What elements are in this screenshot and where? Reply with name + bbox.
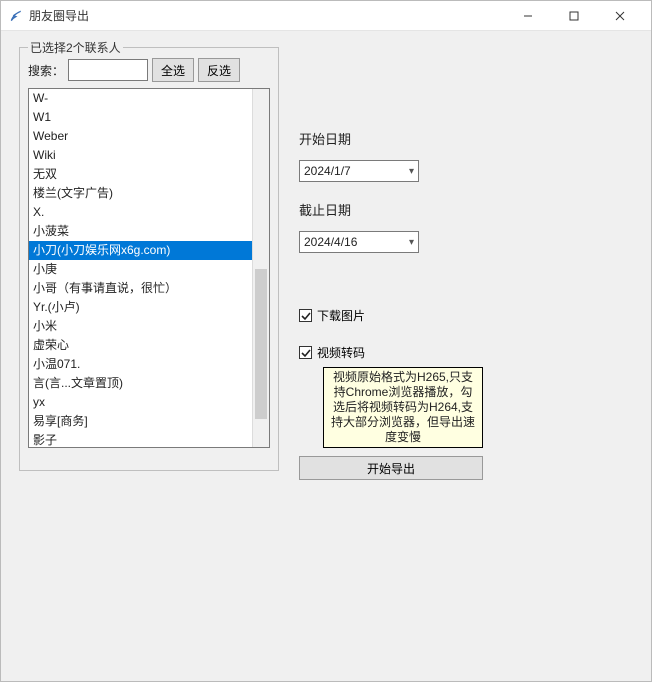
scrollbar[interactable] (252, 89, 269, 447)
list-item[interactable]: 小庚 (29, 260, 252, 279)
list-item[interactable]: Wiki (29, 146, 252, 165)
search-row: 搜索： 全选 反选 (28, 58, 270, 82)
list-item[interactable]: W- (29, 89, 252, 108)
app-icon (9, 9, 23, 23)
start-date-value: 2024/1/7 (304, 164, 351, 178)
list-item[interactable]: 楼兰(文字广告) (29, 184, 252, 203)
end-date-select[interactable]: 2024/4/16 ▾ (299, 231, 419, 253)
list-item[interactable]: X. (29, 203, 252, 222)
select-all-button[interactable]: 全选 (152, 58, 194, 82)
list-item[interactable]: 小温071. (29, 355, 252, 374)
contacts-list-wrap: W-W1WeberWiki无双楼兰(文字广告)X.小菠菜小刀(小刀娱乐网x6g.… (28, 88, 270, 448)
end-date-value: 2024/4/16 (304, 235, 357, 249)
start-date-label: 开始日期 (299, 129, 483, 148)
list-item[interactable]: 小刀(小刀娱乐网x6g.com) (29, 241, 252, 260)
start-date-select[interactable]: 2024/1/7 ▾ (299, 160, 419, 182)
video-transcode-label: 视频转码 (317, 344, 365, 361)
checkbox-icon (299, 309, 312, 322)
list-item[interactable]: 小菠菜 (29, 222, 252, 241)
search-label: 搜索： (28, 62, 64, 79)
list-item[interactable]: yx (29, 393, 252, 412)
window-body: 已选择2个联系人 搜索： 全选 反选 W-W1WeberWiki无双楼兰(文字广… (1, 31, 651, 681)
title-bar: 朋友圈导出 (1, 1, 651, 31)
maximize-button[interactable] (551, 1, 597, 31)
list-item[interactable]: Yr.(小卢) (29, 298, 252, 317)
download-images-check[interactable]: 下载图片 (299, 307, 483, 324)
right-column: 开始日期 2024/1/7 ▾ 截止日期 2024/4/16 ▾ 下载图片 (299, 47, 483, 665)
transcode-tooltip: 视频原始格式为H265,只支持Chrome浏览器播放，勾选后将视频转码为H264… (323, 367, 483, 448)
list-item[interactable]: 言(言...文章置顶) (29, 374, 252, 393)
list-item[interactable]: 易享[商务] (29, 412, 252, 431)
video-transcode-check[interactable]: 视频转码 (299, 344, 483, 361)
scrollbar-thumb[interactable] (255, 269, 267, 419)
minimize-button[interactable] (505, 1, 551, 31)
invert-select-button[interactable]: 反选 (198, 58, 240, 82)
list-item[interactable]: Weber (29, 127, 252, 146)
list-item[interactable]: 小米 (29, 317, 252, 336)
contacts-list[interactable]: W-W1WeberWiki无双楼兰(文字广告)X.小菠菜小刀(小刀娱乐网x6g.… (29, 89, 252, 447)
download-images-label: 下载图片 (317, 307, 365, 324)
list-item[interactable]: 虚荣心 (29, 336, 252, 355)
window-title: 朋友圈导出 (29, 7, 89, 24)
start-export-button[interactable]: 开始导出 (299, 456, 483, 480)
list-item[interactable]: 无双 (29, 165, 252, 184)
chevron-down-icon: ▾ (409, 166, 414, 177)
list-item[interactable]: W1 (29, 108, 252, 127)
checkbox-icon (299, 346, 312, 359)
window-root: 朋友圈导出 已选择2个联系人 搜索： 全选 反选 W-W1WeberWiki无双… (0, 0, 652, 682)
search-input[interactable] (68, 59, 148, 81)
close-button[interactable] (597, 1, 643, 31)
end-date-label: 截止日期 (299, 200, 483, 219)
contacts-legend: 已选择2个联系人 (28, 39, 123, 56)
contacts-panel: 已选择2个联系人 搜索： 全选 反选 W-W1WeberWiki无双楼兰(文字广… (19, 47, 279, 471)
chevron-down-icon: ▾ (409, 237, 414, 248)
list-item[interactable]: 小哥（有事请直说，很忙） (29, 279, 252, 298)
list-item[interactable]: 影子 (29, 431, 252, 447)
